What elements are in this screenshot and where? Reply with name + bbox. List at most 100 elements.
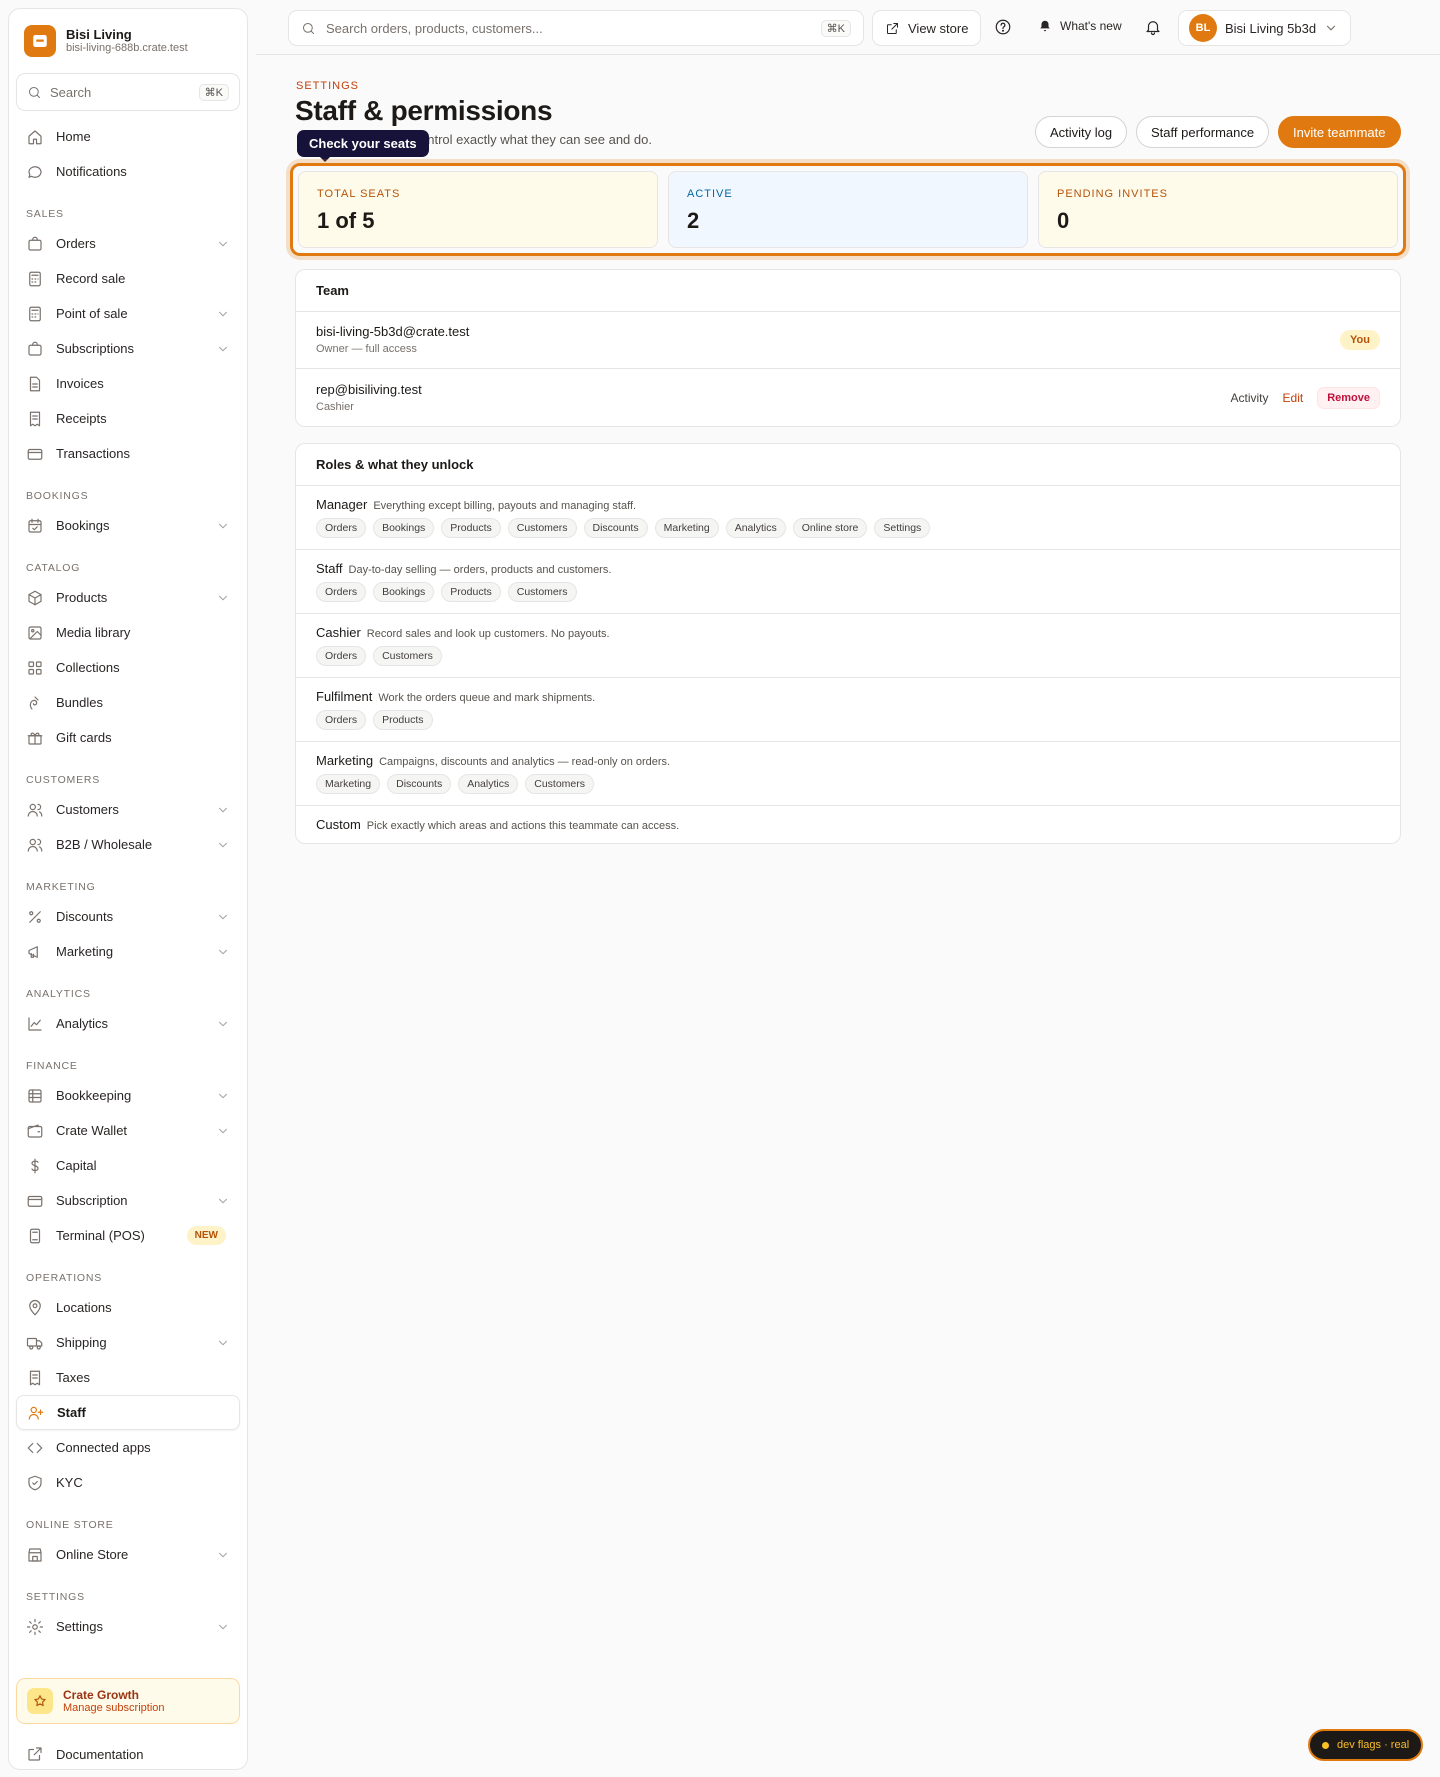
member-remove-button[interactable]: Remove (1317, 386, 1380, 409)
sidebar-item-home[interactable]: Home (16, 119, 240, 154)
permission-chip: Products (373, 710, 433, 730)
sidebar-item-record-sale[interactable]: Record sale (16, 261, 240, 296)
chevron-down-icon (218, 1340, 228, 1345)
member-activity-link[interactable]: Activity (1231, 391, 1269, 405)
stat-total-seats: TOTAL SEATS 1 of 5 (298, 171, 658, 248)
role-description: Campaigns, discounts and analytics — rea… (379, 756, 671, 768)
bundle-icon (29, 695, 39, 710)
chat-bubble-icon (28, 165, 42, 178)
cube-icon (28, 590, 42, 605)
view-store-label: View store (908, 20, 969, 36)
page-subtitle-text: ontrol exactly what they can see and do. (420, 132, 652, 147)
chevron-down-icon (218, 346, 228, 351)
sidebar-item-receipts[interactable]: Receipts (16, 401, 240, 436)
sidebar-item-b2b-wholesale[interactable]: B2B / Wholesale (16, 827, 240, 862)
invite-teammate-button[interactable]: Invite teammate (1278, 116, 1401, 148)
shield-icon (28, 1475, 42, 1490)
sidebar-item-bookings[interactable]: Bookings (16, 508, 240, 543)
role-name: Fulfilment (316, 689, 373, 704)
global-search-input[interactable]: Search orders, products, customers... ⌘K (288, 10, 864, 46)
whats-new-label: What's new (1060, 19, 1122, 33)
chevron-down-icon (218, 523, 228, 528)
sidebar-item-crate-wallet[interactable]: Crate Wallet (16, 1113, 240, 1148)
sidebar-item-kyc[interactable]: KYC (16, 1465, 240, 1500)
sidebar-search[interactable]: Search ⌘K (16, 73, 240, 111)
team-card: Team bisi-living-5b3d@crate.test Owner —… (295, 269, 1401, 427)
sidebar-item-discounts[interactable]: Discounts (16, 899, 240, 934)
sidebar-item-invoices[interactable]: Invoices (16, 366, 240, 401)
member-actions: Activity Edit Remove (1231, 386, 1380, 409)
sidebar-item-label: Taxes (56, 1370, 90, 1385)
sidebar-item-online-store[interactable]: Online Store (16, 1537, 240, 1572)
roles-list: Manager Everything except billing, payout… (296, 486, 1400, 832)
sidebar-item-bookkeeping[interactable]: Bookkeeping (16, 1078, 240, 1113)
brand[interactable]: Bisi Living bisi-living-688b.crate.test (16, 21, 240, 61)
sidebar-item-label: Gift cards (56, 730, 112, 745)
permission-chip: Products (441, 518, 501, 538)
chevron-down-icon (218, 1021, 228, 1026)
sidebar-item-settings[interactable]: Settings (16, 1609, 240, 1644)
sidebar-item-gift-cards[interactable]: Gift cards (16, 720, 240, 755)
truck-icon (26, 1337, 43, 1350)
sidebar-section-title: CUSTOMERS (26, 774, 101, 786)
permission-chip: Customers (525, 774, 594, 794)
sidebar-item-marketing[interactable]: Marketing (16, 934, 240, 969)
chevron-down-icon (218, 1552, 228, 1557)
sidebar-item-label: KYC (56, 1475, 83, 1490)
sidebar-item-point-of-sale[interactable]: Point of sale (16, 296, 240, 331)
sidebar-item-analytics[interactable]: Analytics (16, 1006, 240, 1041)
sidebar-item-connected-apps[interactable]: Connected apps (16, 1430, 240, 1465)
chevron-down-icon (218, 241, 228, 246)
sidebar-item-collections[interactable]: Collections (16, 650, 240, 685)
sidebar-item-label: Collections (56, 660, 120, 675)
sidebar-item-label: Bundles (56, 695, 103, 710)
permission-chip: Marketing (654, 518, 719, 538)
crate-growth-card[interactable]: Crate Growth Manage subscription (16, 1678, 240, 1724)
sidebar-item-products[interactable]: Products (16, 580, 240, 615)
role-permissions: Orders Products (316, 710, 1380, 730)
sidebar-item-label: Online Store (56, 1547, 129, 1562)
sidebar-item-terminal-pos[interactable]: Terminal (POS) NEW (16, 1218, 240, 1253)
sidebar-item-bundles[interactable]: Bundles (16, 685, 240, 720)
sidebar-item-locations[interactable]: Locations (16, 1290, 240, 1325)
brand-name: Bisi Living (66, 27, 132, 42)
sidebar-item-label: Bookkeeping (56, 1088, 132, 1103)
sidebar-item-staff[interactable]: Staff (16, 1395, 240, 1430)
help-icon (995, 19, 1011, 35)
member-edit-link[interactable]: Edit (1283, 391, 1304, 405)
users-icon (27, 803, 43, 817)
help-button[interactable] (994, 18, 1012, 36)
sidebar-item-orders[interactable]: Orders (16, 226, 240, 261)
permission-chip: Orders (316, 582, 367, 602)
sidebar-item-transactions[interactable]: Transactions (16, 436, 240, 471)
documentation-link[interactable]: Documentation (16, 1737, 153, 1771)
stat-value: 0 (1057, 208, 1070, 233)
sidebar-item-capital[interactable]: Capital (16, 1148, 240, 1183)
sidebar-item-label: Marketing (56, 944, 114, 959)
sidebar-item-media-library[interactable]: Media library (16, 615, 240, 650)
sidebar-item-label: Home (56, 129, 91, 144)
account-menu[interactable]: BL Bisi Living 5b3d (1178, 10, 1352, 46)
document-icon (29, 376, 41, 391)
activity-log-button[interactable]: Activity log (1035, 116, 1128, 148)
sidebar-item-subscriptions[interactable]: Subscriptions (16, 331, 240, 366)
permission-chip: Bookings (373, 582, 435, 602)
view-store-button[interactable]: View store (872, 10, 982, 46)
sidebar-item-taxes[interactable]: Taxes (16, 1360, 240, 1395)
chevron-down-icon (1326, 25, 1336, 31)
sidebar-item-customers[interactable]: Customers (16, 792, 240, 827)
sidebar-item-shipping[interactable]: Shipping (16, 1325, 240, 1360)
sidebar-item-label: Orders (56, 236, 96, 251)
role-permissions: Orders Bookings Products Customers Discounts… (316, 518, 1380, 538)
sidebar-section-title: ANALYTICS (26, 988, 91, 1000)
ledger-icon (28, 1088, 42, 1103)
dollar-icon (31, 1158, 39, 1173)
role-name: Manager (316, 497, 368, 512)
notifications-button[interactable] (1144, 18, 1162, 36)
staff-performance-button[interactable]: Staff performance (1136, 116, 1270, 148)
sidebar-item-subscription[interactable]: Subscription (16, 1183, 240, 1218)
dev-flags-pill[interactable]: dev flags · real (1308, 1729, 1424, 1761)
seat-stats: TOTAL SEATS 1 of 5 ACTIVE 2 PENDING INVI… (290, 163, 1406, 256)
sidebar-item-notifications[interactable]: Notifications (16, 154, 240, 189)
whats-new-button[interactable]: What's new (1038, 19, 1122, 33)
